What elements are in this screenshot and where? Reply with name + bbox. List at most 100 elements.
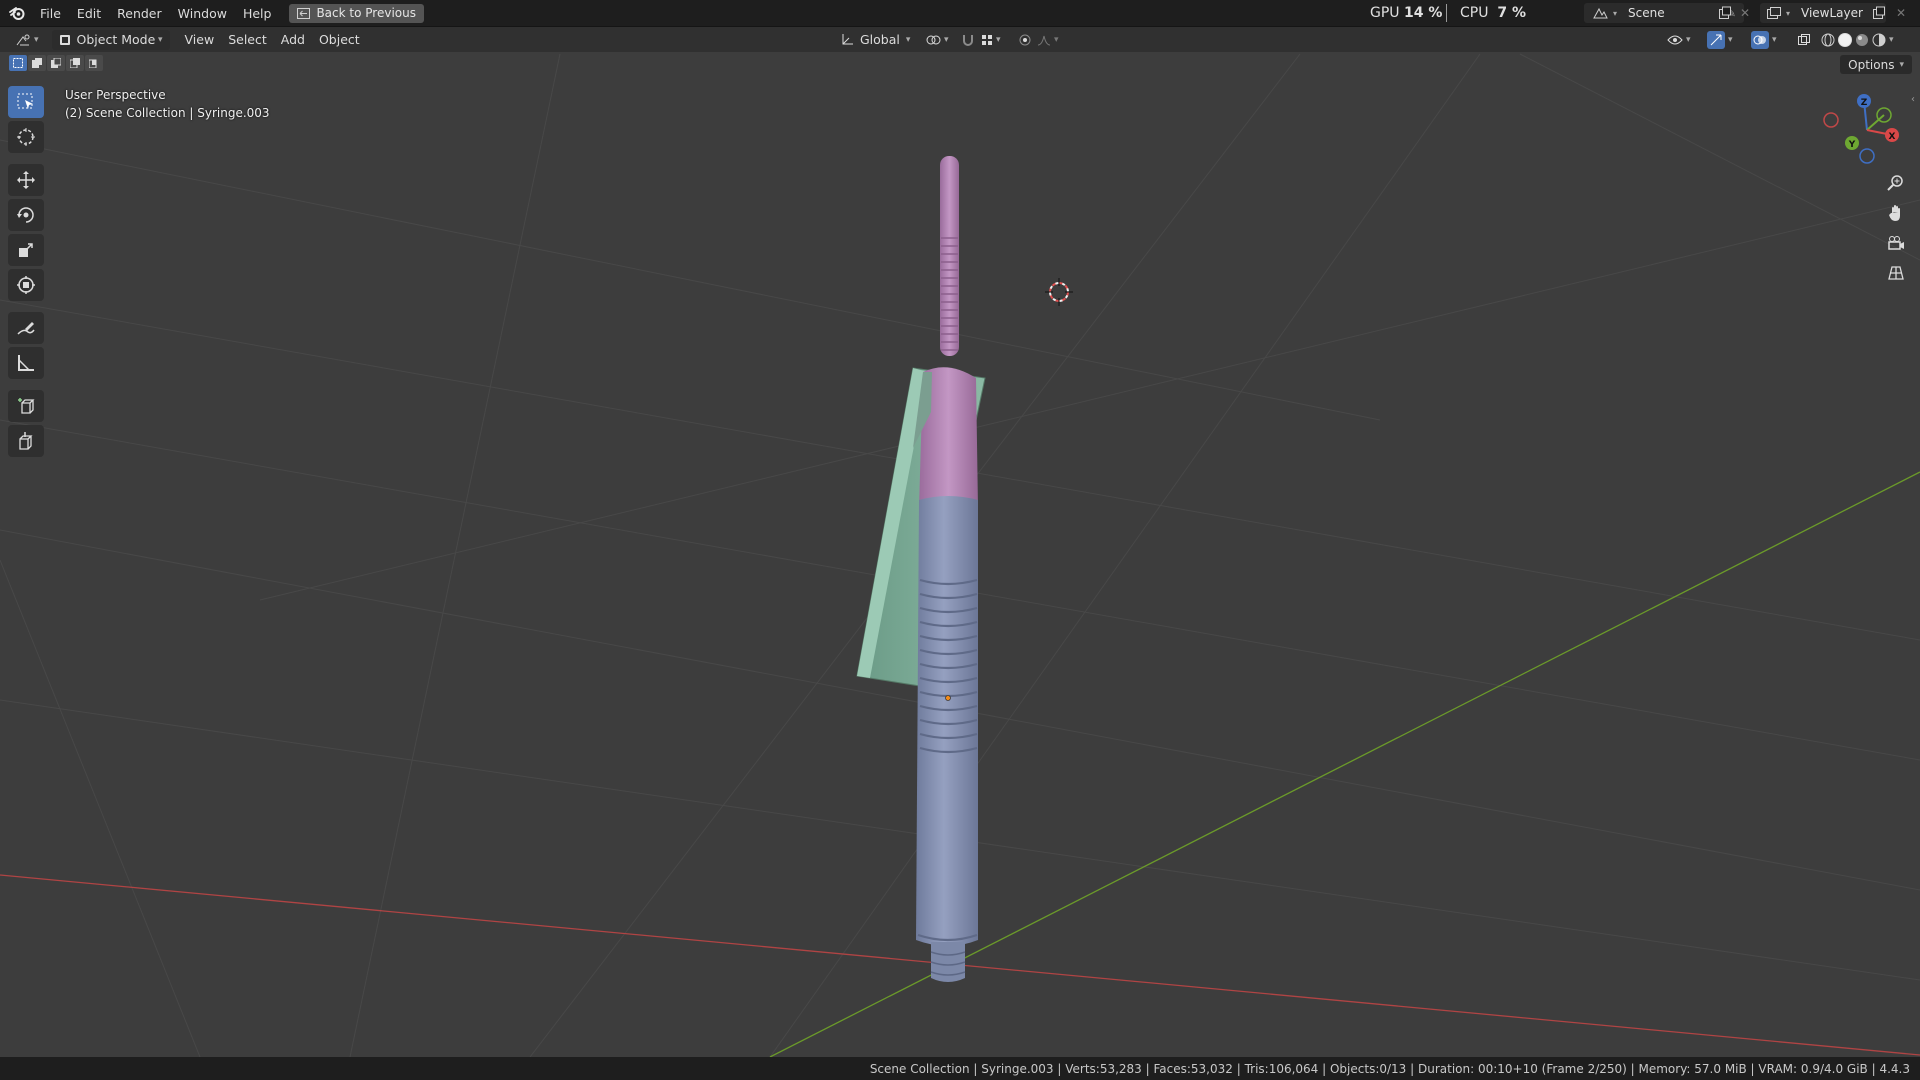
snap-toggle[interactable]: ▾ <box>954 30 1008 50</box>
proportional-editing-toggle[interactable]: ▾ <box>1012 30 1066 50</box>
back-to-previous-label: Back to Previous <box>316 6 416 20</box>
add-cube-icon <box>16 396 36 416</box>
menu-file[interactable]: File <box>32 6 69 21</box>
object-visibility-dropdown[interactable]: ▾ <box>1660 30 1698 50</box>
solid-shading-icon[interactable] <box>1838 32 1852 47</box>
chevron-down-icon: ▾ <box>1612 8 1617 18</box>
annotate-icon <box>16 318 36 338</box>
chevron-down-icon: ▾ <box>34 34 39 45</box>
sidebar-toggle-chevron-icon[interactable]: ‹ <box>1911 94 1915 105</box>
blender-logo-icon[interactable] <box>6 2 28 24</box>
cpu-stat: CPU 7 % <box>1460 5 1526 21</box>
chevron-down-icon: ▾ <box>1054 34 1059 45</box>
object-mode-icon <box>59 34 71 46</box>
snap-increment-icon <box>981 34 993 46</box>
overlays-toggle[interactable]: ▾ <box>1744 30 1784 50</box>
cpu-label: CPU <box>1460 5 1489 21</box>
xray-icon <box>1797 33 1811 47</box>
status-bar: Scene Collection | Syringe.003 | Verts:5… <box>0 1057 1920 1080</box>
camera-view-icon[interactable] <box>1882 230 1910 256</box>
object-mode-dropdown[interactable]: Object Mode ▾ <box>51 29 170 50</box>
chevron-down-icon: ▾ <box>944 34 949 45</box>
gpu-value: 14 % <box>1404 5 1443 21</box>
transform-tool[interactable] <box>8 269 44 301</box>
3d-cursor-icon[interactable] <box>1045 278 1073 306</box>
menu-edit[interactable]: Edit <box>69 6 109 21</box>
new-viewlayer-icon[interactable] <box>1872 3 1892 23</box>
cpu-value: 7 % <box>1497 5 1527 21</box>
zoom-view-icon[interactable] <box>1882 170 1910 196</box>
menu-window[interactable]: Window <box>170 6 235 21</box>
scene-icon <box>1590 7 1610 19</box>
top-menu-bar: File Edit Render Window Help Back to Pre… <box>0 0 1920 27</box>
viewport-info: User Perspective (2) Scene Collection | … <box>65 86 270 122</box>
gizmo-y-label: Y <box>1848 140 1856 150</box>
viewport-3d[interactable] <box>0 52 1920 1057</box>
chevron-down-icon: ▾ <box>996 34 1001 45</box>
view3d-editor-icon <box>15 33 31 47</box>
select-box-icon <box>16 92 36 112</box>
new-scene-icon[interactable] <box>1718 3 1738 23</box>
measure-tool[interactable] <box>8 347 44 379</box>
neg-z-axis-icon[interactable] <box>1859 148 1875 164</box>
stats-divider <box>1446 4 1447 22</box>
gpu-label: GPU <box>1370 5 1400 21</box>
neg-x-axis-icon[interactable] <box>1823 112 1839 128</box>
chevron-down-icon: ▾ <box>1686 34 1691 45</box>
object-mode-label: Object Mode <box>76 32 156 47</box>
back-screen-icon <box>297 7 311 19</box>
scale-tool[interactable] <box>8 234 44 266</box>
editor-type-button[interactable]: ▾ <box>8 30 46 50</box>
viewlayer-selector[interactable]: ▾ ViewLayer <box>1760 3 1886 23</box>
gizmo-x-label: X <box>1889 132 1896 142</box>
menu-help[interactable]: Help <box>235 6 280 21</box>
transform-orientation-label: Global <box>860 32 900 47</box>
perspective-label: User Perspective <box>65 88 166 102</box>
select-box-tool[interactable] <box>8 86 44 118</box>
menu-render[interactable]: Render <box>109 6 170 21</box>
gpu-stat: GPU 14 % <box>1370 5 1442 21</box>
delete-scene-icon[interactable]: ✕ <box>1740 3 1754 23</box>
menu-add[interactable]: Add <box>274 30 312 50</box>
collection-label: (2) Scene Collection | Syringe.003 <box>65 106 270 120</box>
syringe-model[interactable] <box>856 156 986 982</box>
measure-icon <box>16 353 36 373</box>
delete-viewlayer-icon[interactable]: ✕ <box>1896 3 1910 23</box>
render-layers-icon <box>1765 7 1783 19</box>
snap-magnet-icon <box>961 33 975 47</box>
shading-mode-buttons[interactable]: ▾ <box>1814 30 1901 50</box>
cursor-tool[interactable] <box>8 121 44 153</box>
rendered-shading-icon[interactable] <box>1872 33 1886 47</box>
status-stats: Scene Collection | Syringe.003 | Verts:5… <box>869 1061 1910 1076</box>
back-to-previous-button[interactable]: Back to Previous <box>289 3 424 23</box>
menu-view[interactable]: View <box>178 30 222 50</box>
rotate-tool[interactable] <box>8 199 44 231</box>
tool-shelf <box>8 86 46 460</box>
pivot-point-dropdown[interactable]: ▾ <box>918 30 956 50</box>
move-icon <box>16 170 36 190</box>
move-tool[interactable] <box>8 164 44 196</box>
chevron-down-icon: ▾ <box>1728 34 1733 45</box>
menu-object[interactable]: Object <box>312 30 367 50</box>
scene-name[interactable]: Scene <box>1628 6 1665 20</box>
extrude-tool[interactable] <box>8 425 44 457</box>
menu-select[interactable]: Select <box>221 30 274 50</box>
wireframe-shading-icon[interactable] <box>1821 33 1835 47</box>
eye-icon <box>1667 34 1683 46</box>
add-cube-tool[interactable] <box>8 390 44 422</box>
perspective-toggle-grid-icon[interactable] <box>1882 260 1910 286</box>
chevron-down-icon: ▾ <box>1785 8 1790 18</box>
pan-view-hand-icon[interactable] <box>1882 200 1910 226</box>
navigation-gizmo[interactable]: Z Y X <box>1822 90 1912 170</box>
transform-icon <box>16 275 36 295</box>
annotate-tool[interactable] <box>8 312 44 344</box>
viewlayer-name[interactable]: ViewLayer <box>1801 6 1863 20</box>
material-preview-icon[interactable] <box>1855 33 1869 47</box>
extrude-cube-icon <box>16 431 36 451</box>
transform-orientation-dropdown[interactable]: Global ▾ <box>833 30 917 50</box>
gizmo-toggle[interactable]: ▾ <box>1700 30 1740 50</box>
scale-icon <box>16 240 36 260</box>
chevron-down-icon: ▾ <box>1889 34 1894 45</box>
chevron-down-icon: ▾ <box>905 34 911 45</box>
chevron-down-icon: ▾ <box>1772 34 1777 45</box>
